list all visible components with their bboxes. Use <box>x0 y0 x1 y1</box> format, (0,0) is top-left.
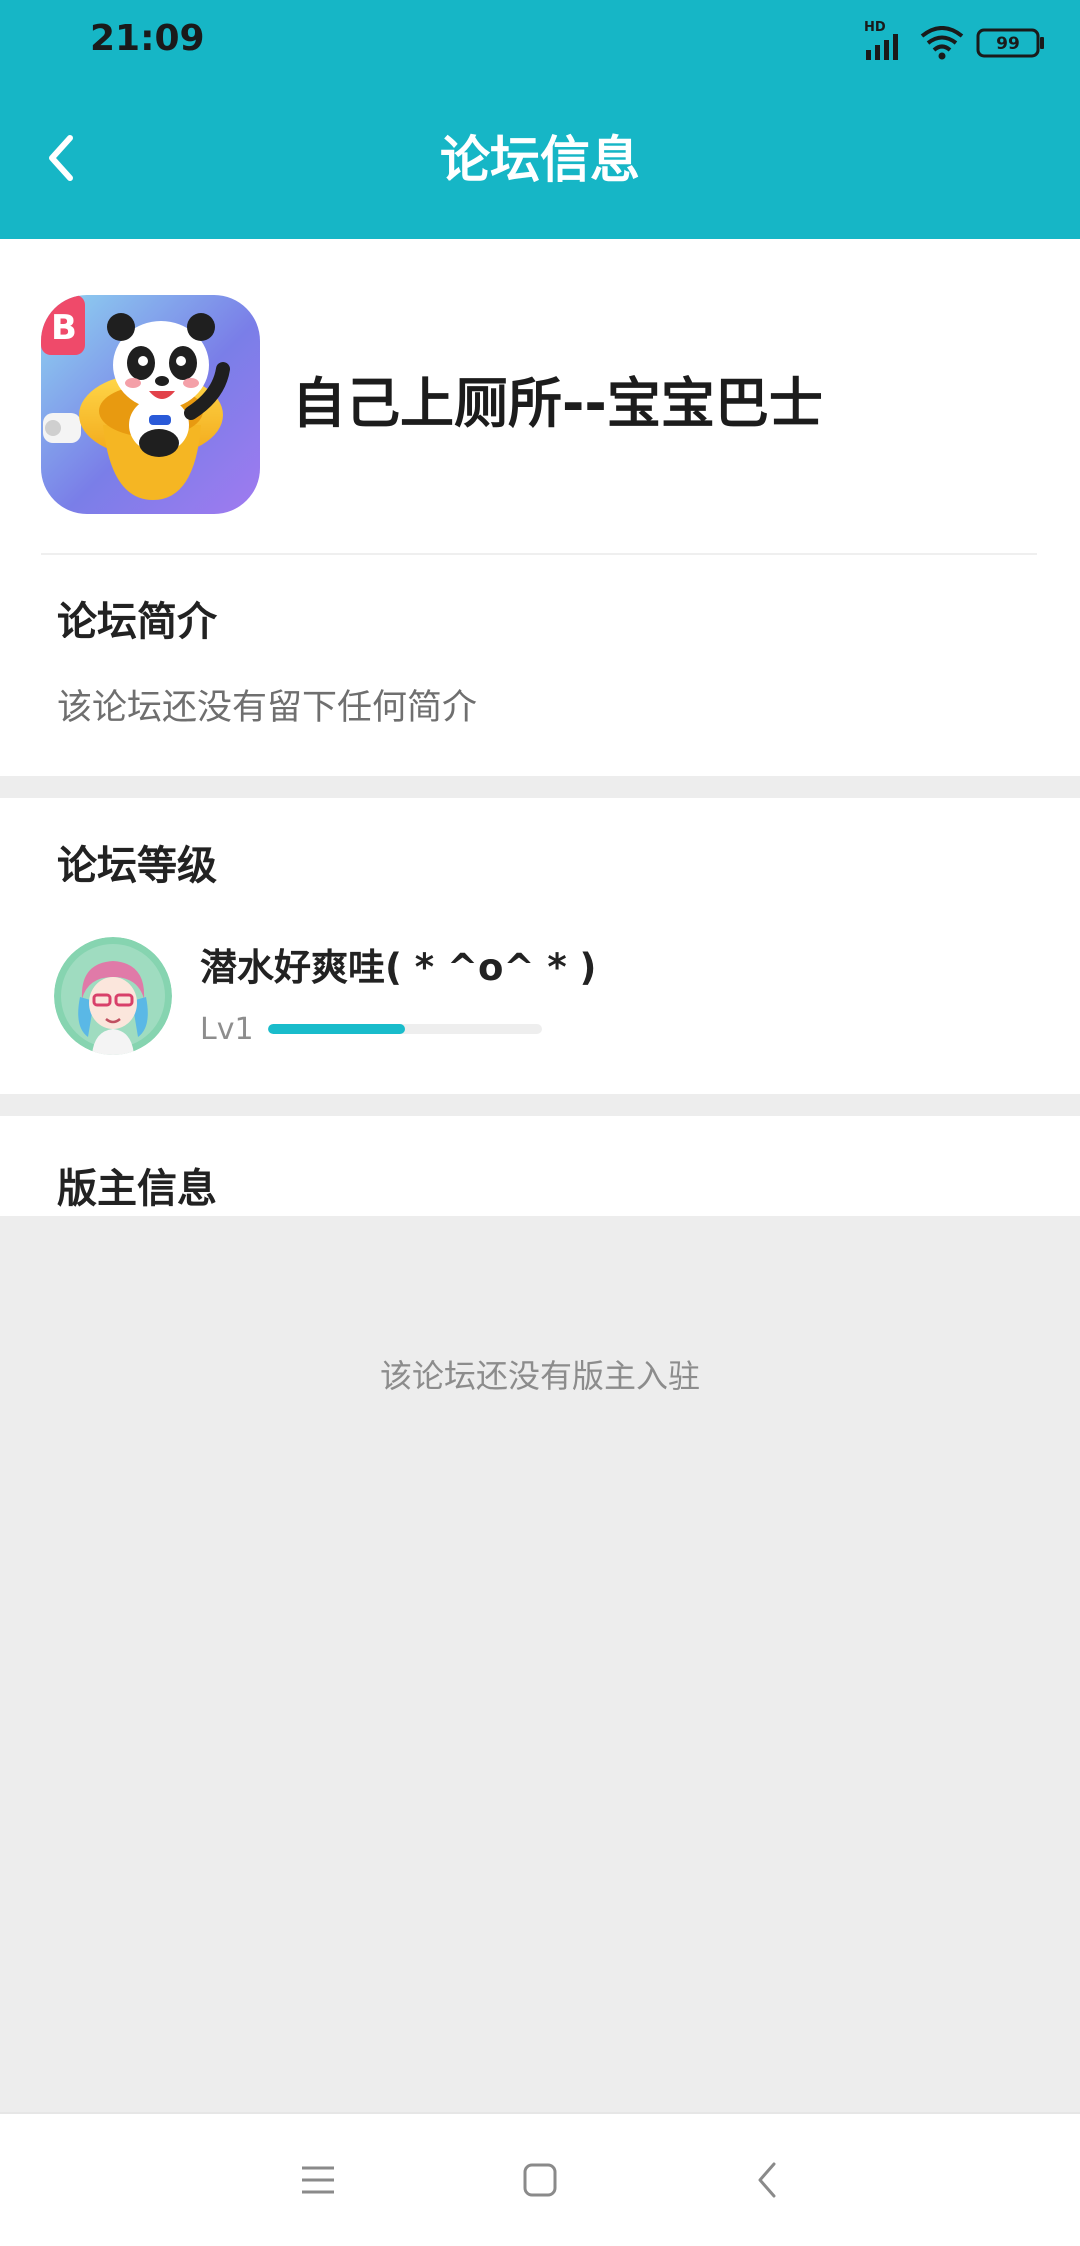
status-time: 21:09 <box>90 18 205 59</box>
system-nav-bar <box>0 2112 1080 2246</box>
forum-info-card: B 自己上厕所--宝宝巴士 论坛简介 该论坛还没有留下任何简介 <box>0 239 1080 776</box>
intro-section-title: 论坛简介 <box>57 599 217 645</box>
nav-back-button[interactable] <box>740 2152 796 2208</box>
username: 潜水好爽哇( * ^o^ * ) <box>200 946 597 989</box>
status-icons: HD 99 <box>864 20 1044 62</box>
wifi-icon <box>920 26 964 60</box>
nav-menu-button[interactable] <box>290 2152 346 2208</box>
divider <box>41 553 1037 555</box>
forum-name: 自己上厕所--宝宝巴士 <box>292 372 823 435</box>
level-section-title: 论坛等级 <box>57 843 217 889</box>
battery-icon: 99 <box>976 28 1044 58</box>
back-icon <box>758 2162 776 2198</box>
moderator-empty-text: 该论坛还没有版主入驻 <box>379 1357 700 1395</box>
app-header: 21:09 HD 99 论坛信息 <box>0 0 1080 239</box>
panda-toilet-app-icon: B <box>41 295 260 514</box>
home-icon <box>523 2163 557 2197</box>
moderator-section-title: 版主信息 <box>57 1166 217 1212</box>
nav-home-button[interactable] <box>512 2152 568 2208</box>
forum-level-card: 论坛等级 潜水好爽哇( * ^o^ * ) Lv1 <box>0 798 1080 1094</box>
moderator-card: 版主信息 <box>0 1116 1080 1216</box>
battery-level: 99 <box>996 34 1020 54</box>
avatar[interactable] <box>54 937 172 1055</box>
page-title: 论坛信息 <box>440 131 640 189</box>
intro-text: 该论坛还没有留下任何简介 <box>57 688 478 728</box>
svg-text:B: B <box>51 308 77 348</box>
level-label: Lv1 <box>200 1012 254 1047</box>
level-progress-fill <box>268 1024 405 1034</box>
signal-icon <box>866 34 898 60</box>
level-progress-bar <box>268 1024 542 1034</box>
menu-icon <box>302 2166 334 2194</box>
